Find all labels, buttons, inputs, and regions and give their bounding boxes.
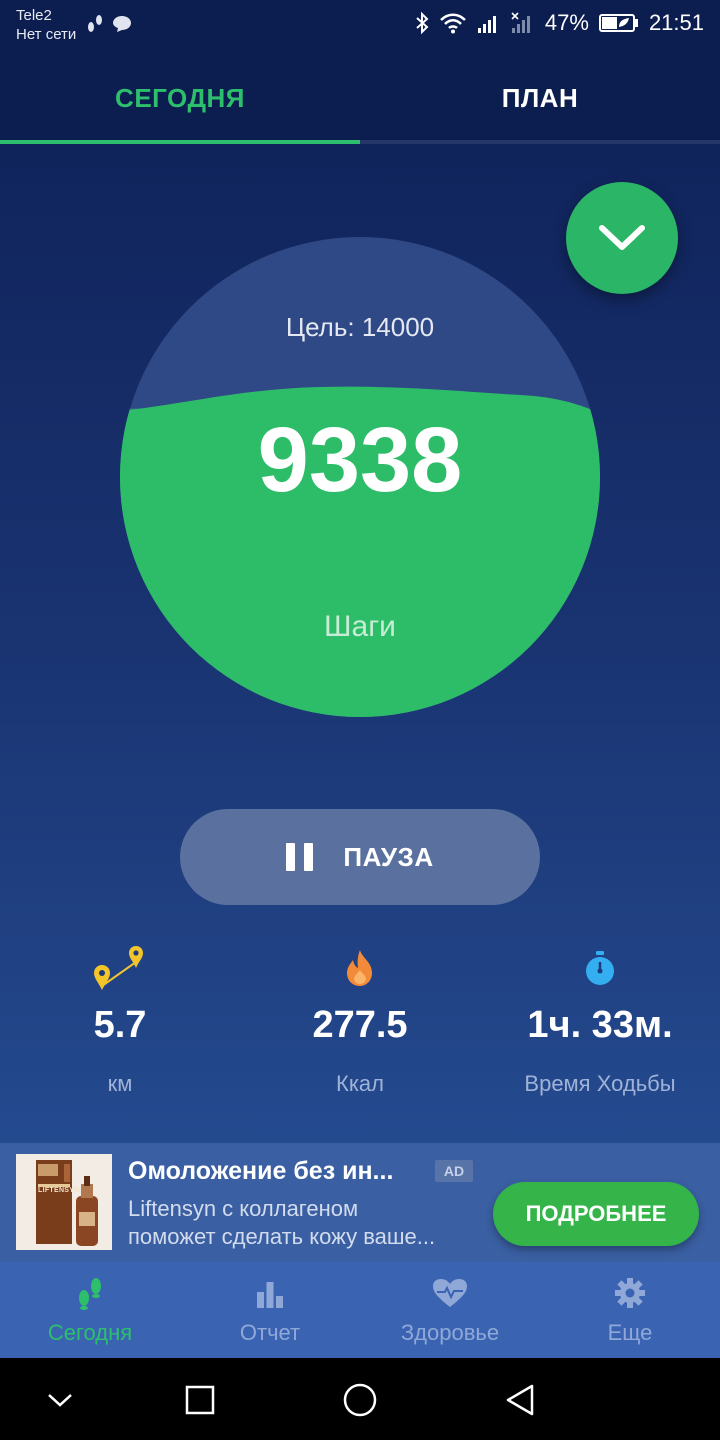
nav-label-report: Отчет [239, 1320, 301, 1345]
home-button[interactable] [338, 1378, 382, 1422]
heart-pulse-icon [433, 1279, 467, 1307]
distance-value: 5.7 [93, 1004, 147, 1046]
network-status: Нет сети [16, 26, 77, 43]
wifi-icon [440, 13, 466, 34]
chevron-down-icon [599, 225, 645, 250]
steps-label: Шаги [324, 610, 396, 643]
pause-icon [286, 843, 314, 871]
nav-label-health: Здоровье [400, 1320, 500, 1345]
walk-time-label: Время Ходьбы [524, 1071, 676, 1096]
walk-time-value: 1ч. 33м. [527, 1004, 673, 1046]
chevron-down-icon [48, 1394, 72, 1407]
gear-icon [615, 1278, 645, 1308]
ad-description-line1: Liftensyn с коллагеном [128, 1196, 359, 1221]
back-button[interactable] [498, 1378, 542, 1422]
tab-plan[interactable]: ПЛАН [360, 56, 720, 140]
stopwatch-icon [586, 951, 614, 985]
nav-item-more[interactable]: Еще [540, 1262, 720, 1358]
notification-icons [86, 13, 132, 35]
bluetooth-icon [416, 11, 429, 35]
back-triangle-icon [506, 1384, 534, 1416]
goal-text: Цель: 14000 [285, 312, 435, 342]
bottom-navigation: Сегодня Отчет Здоровье Еще [0, 1262, 720, 1358]
distance-label: км [107, 1071, 133, 1096]
recents-button[interactable] [178, 1378, 222, 1422]
ad-title[interactable]: Омоложение без ин... [128, 1157, 393, 1186]
battery-icon [598, 14, 638, 32]
pause-label: ПАУЗА [343, 841, 434, 872]
collapse-button[interactable] [566, 182, 678, 294]
status-bar: Tele2 Нет сети 47% 21:51 [0, 0, 720, 56]
nav-item-report[interactable]: Отчет [180, 1262, 360, 1358]
calories-value: 277.5 [312, 1004, 408, 1046]
calories-label: Ккал [336, 1071, 384, 1096]
clock: 21:51 [648, 10, 704, 35]
nav-item-health[interactable]: Здоровье [360, 1262, 540, 1358]
pause-button[interactable]: ПАУЗА [180, 809, 540, 905]
steps-count: 9338 [257, 409, 463, 511]
stat-walk-time: 1ч. 33м. Время Ходьбы [480, 940, 720, 1097]
system-status: 47% 21:51 [415, 10, 704, 36]
stat-calories: 277.5 Ккал [240, 940, 480, 1097]
signal-no-sim-icon [511, 12, 530, 33]
hide-keyboard-button[interactable] [38, 1378, 82, 1422]
ad-banner[interactable]: LIFTENSYN Омоложение без ин... AD Liften… [0, 1143, 720, 1262]
nav-label-more: Еще [607, 1320, 653, 1345]
carrier-name: Tele2 [16, 7, 52, 24]
footsteps-icon [79, 1278, 101, 1310]
carrier-info: Tele2 Нет сети [16, 6, 76, 44]
ad-badge: AD [435, 1160, 473, 1182]
ad-description-line2: поможет сделать кожу ваше... [128, 1224, 436, 1249]
tab-indicator [0, 140, 360, 144]
product-box-and-bottle [16, 1154, 112, 1250]
ad-description: Liftensyn с коллагеном поможет сделать к… [128, 1195, 478, 1251]
signal-icon [477, 16, 496, 33]
top-tabs: СЕГОДНЯ ПЛАН [0, 56, 720, 144]
circle-icon [343, 1383, 377, 1417]
battery-percent: 47% [544, 10, 589, 35]
route-icon [94, 946, 143, 990]
stat-distance: 5.7 км [0, 940, 240, 1097]
bar-chart-icon [257, 1282, 283, 1308]
chat-notification-icon [113, 16, 131, 32]
system-navigation-bar [0, 1358, 720, 1440]
nav-item-today[interactable]: Сегодня [0, 1262, 180, 1358]
tab-today[interactable]: СЕГОДНЯ [0, 56, 360, 140]
ad-product-image[interactable]: LIFTENSYN [16, 1154, 112, 1250]
square-icon [185, 1385, 215, 1415]
nav-label-today: Сегодня [47, 1320, 133, 1345]
ad-image-brand: LIFTENSYN [38, 1187, 80, 1194]
flame-icon [347, 950, 372, 986]
ad-more-button[interactable]: ПОДРОБНЕЕ [493, 1182, 699, 1246]
footsteps-notification-icon [88, 15, 102, 32]
